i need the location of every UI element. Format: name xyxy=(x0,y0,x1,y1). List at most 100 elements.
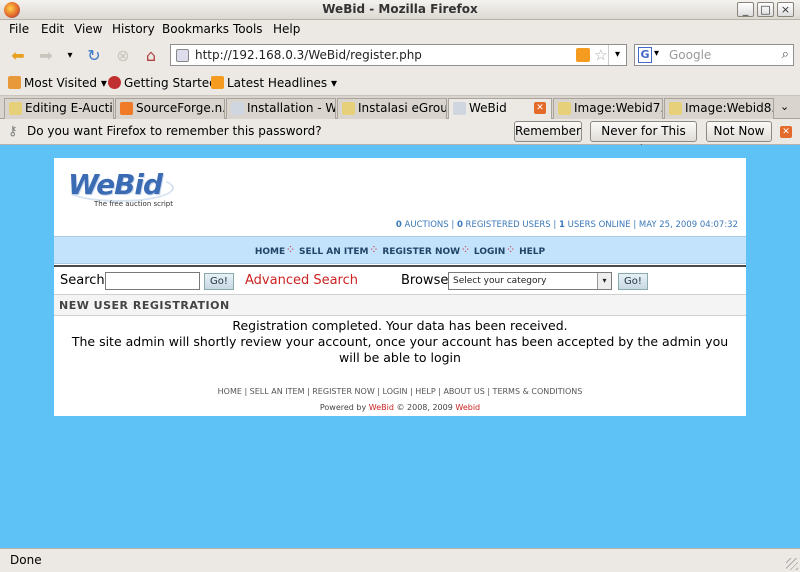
section-header: NEW USER REGISTRATION xyxy=(54,294,746,316)
page-viewport: WeBid The free auction script 0 AUCTIONS… xyxy=(0,145,800,548)
search-input[interactable] xyxy=(105,272,200,290)
site-stats: 0 AUCTIONS | 0 REGISTERED USERS | 1 USER… xyxy=(396,220,738,230)
tab-webid[interactable]: WeBid ✕ xyxy=(448,98,552,120)
close-window-button[interactable]: × xyxy=(777,2,794,17)
menu-file[interactable]: File xyxy=(9,22,29,36)
not-now-button[interactable]: Not Now xyxy=(706,121,772,142)
remember-button[interactable]: Remember xyxy=(514,121,582,142)
maximize-button[interactable]: □ xyxy=(757,2,774,17)
menu-help[interactable]: Help xyxy=(273,22,300,36)
search-placeholder: Google xyxy=(669,48,712,62)
nav-home[interactable]: HOME xyxy=(255,247,285,257)
close-notification-icon[interactable]: ✕ xyxy=(780,126,792,138)
bookmark-getting-started[interactable]: Getting Started xyxy=(108,76,217,90)
message-line-1: Registration completed. Your data has be… xyxy=(232,318,568,333)
stop-icon[interactable]: ⊗ xyxy=(113,46,133,66)
footer-links[interactable]: HOME | SELL AN ITEM | REGISTER NOW | LOG… xyxy=(54,387,746,396)
most-visited-icon xyxy=(8,76,21,89)
powered-by: Powered by WeBid © 2008, 2009 Webid xyxy=(54,403,746,412)
logo-text: WeBid xyxy=(68,168,163,201)
tab-label: WeBid xyxy=(469,101,507,115)
nav-login[interactable]: LOGIN xyxy=(474,247,505,257)
bookmark-label: Most Visited xyxy=(24,76,98,90)
navigation-toolbar: ⬅ ➡ ▾ ↻ ⊗ ⌂ http://192.168.0.3/WeBid/reg… xyxy=(0,39,800,71)
notification-message: Do you want Firefox to remember this pas… xyxy=(27,124,322,138)
url-dropdown-icon[interactable]: ▾ xyxy=(608,45,626,65)
history-dropdown-icon[interactable]: ▾ xyxy=(60,46,80,66)
tab-label: Instalasi eGrou... xyxy=(358,101,446,115)
tab-bar: Editing E-Aucti... SourceForge.n... Inst… xyxy=(0,96,800,120)
powered-brand-link-2[interactable]: Webid xyxy=(455,403,480,412)
status-bar: Done xyxy=(0,548,800,572)
forward-arrow-icon[interactable]: ➡ xyxy=(36,46,56,66)
webid-page: WeBid The free auction script 0 AUCTIONS… xyxy=(54,158,746,416)
tab-editing-e-auction[interactable]: Editing E-Aucti... xyxy=(4,98,114,119)
google-engine-icon[interactable]: G xyxy=(638,47,652,63)
menu-view[interactable]: View xyxy=(74,22,102,36)
search-go-button[interactable]: Go! xyxy=(204,273,234,290)
powered-prefix: Powered by xyxy=(319,403,369,412)
powered-brand-link[interactable]: WeBid xyxy=(369,403,394,412)
window-title: WeBid - Mozilla Firefox xyxy=(322,2,478,16)
back-arrow-icon[interactable]: ⬅ xyxy=(8,46,28,66)
status-text: Done xyxy=(10,553,42,567)
nav-register-now[interactable]: REGISTER NOW xyxy=(382,247,460,257)
bookmark-label: Latest Headlines xyxy=(227,76,328,90)
users-label: REGISTERED USERS | xyxy=(462,220,559,230)
tab-label: Editing E-Aucti... xyxy=(25,101,113,115)
tab-installation[interactable]: Installation - W... xyxy=(226,98,336,119)
main-navigation: HOME ⁘ SELL AN ITEM ⁘ REGISTER NOW ⁘ LOGIN ⁘… xyxy=(54,236,746,264)
bookmark-most-visited[interactable]: Most Visited ▾ xyxy=(8,76,107,90)
bookmarks-toolbar: Most Visited ▾ Getting Started Latest He… xyxy=(0,71,800,96)
minimize-button[interactable]: _ xyxy=(737,2,754,17)
menu-bookmarks[interactable]: Bookmarks xyxy=(162,22,229,36)
tab-instalasi[interactable]: Instalasi eGrou... xyxy=(337,98,447,119)
page-icon xyxy=(231,102,244,115)
auctions-label: AUCTIONS | xyxy=(401,220,457,230)
search-box[interactable]: G ▾ Google ⌕ xyxy=(634,44,794,66)
page-icon xyxy=(453,102,466,115)
advanced-search-link[interactable]: Advanced Search xyxy=(245,273,358,288)
tab-image-webid7[interactable]: Image:Webid7.... xyxy=(553,98,663,119)
page-icon xyxy=(342,102,355,115)
webid-logo[interactable]: WeBid The free auction script xyxy=(64,166,174,208)
registration-message: Registration completed. Your data has be… xyxy=(54,318,746,366)
category-select[interactable]: Select your category ▾ xyxy=(448,272,612,290)
nav-separator-icon: ⁘ xyxy=(370,245,378,254)
logo-tagline: The free auction script xyxy=(94,200,173,208)
search-row: Search Go! Advanced Search Browse Select… xyxy=(54,265,746,293)
tab-label: SourceForge.n... xyxy=(136,101,225,115)
password-notification-bar: ⚷ Do you want Firefox to remember this p… xyxy=(0,119,800,157)
browse-go-button[interactable]: Go! xyxy=(618,273,648,290)
tab-sourceforge[interactable]: SourceForge.n... xyxy=(115,98,225,119)
tab-image-webid8[interactable]: Image:Webid8.... xyxy=(664,98,774,119)
home-icon[interactable]: ⌂ xyxy=(141,46,161,66)
url-bar[interactable]: http://192.168.0.3/WeBid/register.php ☆ … xyxy=(170,44,627,66)
search-magnifier-icon[interactable]: ⌕ xyxy=(782,47,789,62)
bookmark-latest-headlines[interactable]: Latest Headlines ▾ xyxy=(211,76,337,90)
key-icon: ⚷ xyxy=(8,124,18,139)
category-selected-value: Select your category xyxy=(453,276,547,286)
resize-grip-icon[interactable] xyxy=(786,558,798,570)
engine-dropdown-icon[interactable]: ▾ xyxy=(654,48,659,59)
rss-feed-icon[interactable] xyxy=(576,48,590,62)
powered-copyright: © 2008, 2009 xyxy=(393,403,456,412)
close-tab-icon[interactable]: ✕ xyxy=(534,102,546,114)
browse-label: Browse xyxy=(401,273,449,288)
nav-help[interactable]: HELP xyxy=(519,247,545,257)
menu-edit[interactable]: Edit xyxy=(41,22,64,36)
tab-list-chevron-icon[interactable]: ⌄ xyxy=(780,100,789,113)
chevron-down-icon: ▾ xyxy=(597,273,611,289)
getting-started-icon xyxy=(108,76,121,89)
site-favicon xyxy=(176,49,189,62)
reload-icon[interactable]: ↻ xyxy=(84,46,104,66)
bookmark-star-icon[interactable]: ☆ xyxy=(594,46,607,64)
never-for-this-site-button[interactable]: Never for This Site xyxy=(590,121,697,157)
page-icon xyxy=(669,102,682,115)
menu-history[interactable]: History xyxy=(112,22,155,36)
tab-label: Image:Webid8.... xyxy=(685,101,773,115)
online-label: USERS ONLINE | MAY 25, 2009 04:07:32 xyxy=(564,220,738,230)
menu-tools[interactable]: Tools xyxy=(233,22,263,36)
section-title: NEW USER REGISTRATION xyxy=(59,299,230,312)
nav-sell-an-item[interactable]: SELL AN ITEM xyxy=(299,247,368,257)
